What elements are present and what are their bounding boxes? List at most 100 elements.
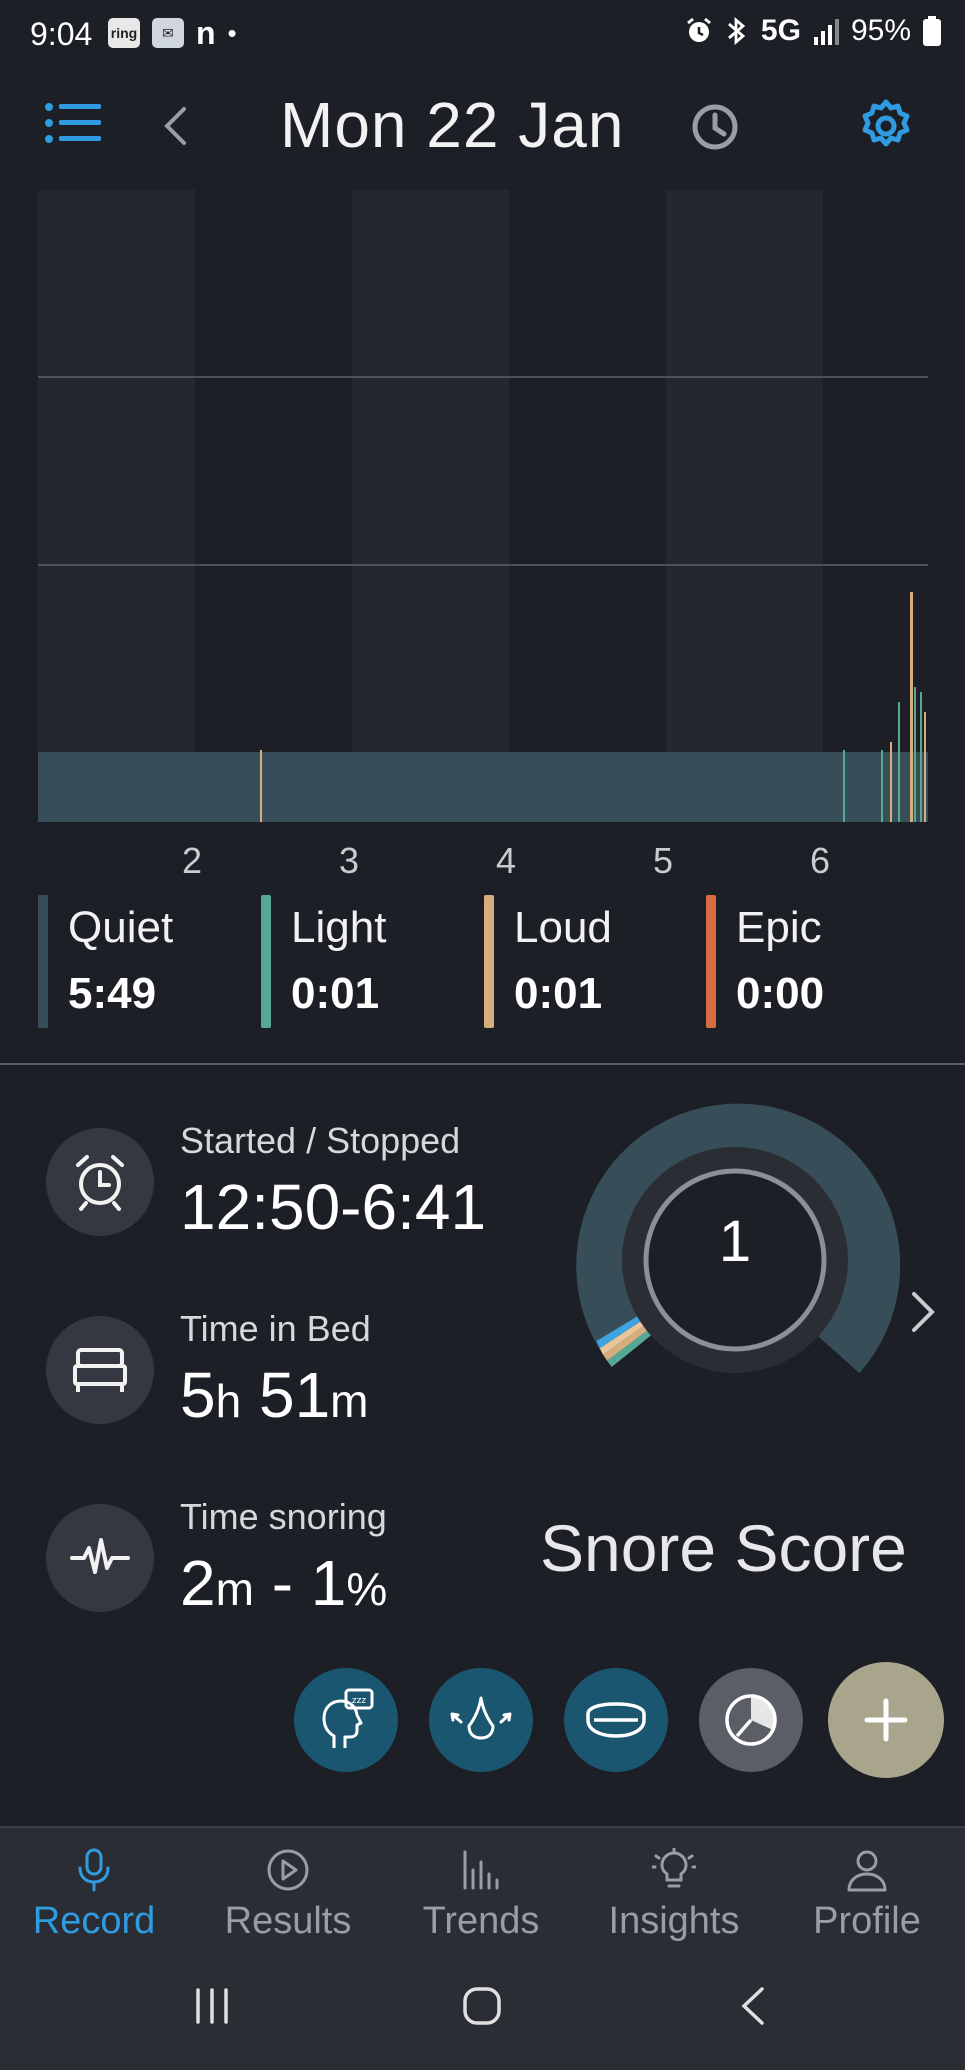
microphone-icon bbox=[78, 1848, 110, 1892]
history-clock-icon[interactable] bbox=[690, 102, 740, 152]
hour-band bbox=[509, 190, 666, 822]
stat-started-stopped: Started / Stopped 12:50-6:41 bbox=[46, 1120, 566, 1243]
legend-item-light: Light 0:01 bbox=[261, 895, 386, 1030]
waveform-icon bbox=[46, 1504, 154, 1612]
chart-canvas bbox=[38, 190, 928, 822]
settings-gear-icon[interactable] bbox=[858, 98, 914, 154]
loud-spike bbox=[890, 742, 892, 822]
stat-time-in-bed: Time in Bed 5h 51m bbox=[46, 1308, 566, 1431]
battery-icon bbox=[923, 16, 941, 46]
system-back-icon[interactable] bbox=[738, 1986, 768, 2026]
legend-item-epic: Epic 0:00 bbox=[706, 895, 824, 1030]
loud-spike bbox=[924, 712, 926, 822]
legend-swatch-loud bbox=[484, 895, 494, 1028]
hour-band bbox=[666, 190, 823, 822]
nasal-remedy-button[interactable] bbox=[429, 1668, 533, 1772]
nav-trends[interactable]: Trends bbox=[386, 1848, 576, 1943]
hours-unit: h bbox=[215, 1375, 242, 1427]
sleep-notes-button[interactable]: zzz bbox=[294, 1668, 398, 1772]
home-icon[interactable] bbox=[462, 1986, 502, 2026]
mouthguard-icon bbox=[586, 1702, 646, 1738]
legend-swatch-epic bbox=[706, 895, 716, 1028]
snore-score-value: 1 bbox=[718, 1209, 752, 1274]
legend-label: Quiet bbox=[68, 903, 174, 952]
more-notifications-dot: • bbox=[227, 18, 237, 48]
legend-label: Loud bbox=[514, 903, 612, 952]
plus-icon bbox=[864, 1698, 908, 1742]
status-time: 9:04 bbox=[30, 16, 93, 52]
nav-label: Insights bbox=[608, 1900, 740, 1942]
add-button[interactable] bbox=[828, 1662, 944, 1778]
outlook-app-icon: ✉ bbox=[152, 18, 184, 48]
legend-value: 0:01 bbox=[514, 969, 603, 1018]
pie-chart-icon bbox=[725, 1694, 777, 1746]
header: Mon 22 Jan bbox=[0, 80, 965, 170]
x-tick-label: 4 bbox=[495, 840, 517, 881]
loud-spike bbox=[260, 750, 262, 822]
analysis-button[interactable] bbox=[699, 1668, 803, 1772]
remedy-actions: zzz bbox=[0, 1662, 965, 1784]
nav-label: Trends bbox=[422, 1900, 540, 1942]
stat-label: Time snoring bbox=[180, 1496, 387, 1537]
bed-icon bbox=[46, 1316, 154, 1424]
snore-legend: Quiet 5:49 Light 0:01 Loud 0:01 Epic 0:0… bbox=[0, 895, 965, 1030]
legend-swatch-light bbox=[261, 895, 271, 1028]
nav-label: Results bbox=[224, 1900, 352, 1942]
x-tick-label: 5 bbox=[652, 840, 674, 881]
nav-insights[interactable]: Insights bbox=[579, 1848, 769, 1943]
stat-label: Time in Bed bbox=[180, 1308, 371, 1349]
alarm-clock-icon bbox=[46, 1128, 154, 1236]
legend-label: Epic bbox=[736, 903, 822, 952]
play-circle-icon bbox=[267, 1849, 309, 1891]
hour-band bbox=[38, 190, 195, 822]
light-spike bbox=[920, 692, 922, 822]
previous-day-button[interactable] bbox=[162, 106, 188, 146]
x-tick-label: 3 bbox=[338, 840, 360, 881]
nose-icon bbox=[450, 1696, 512, 1740]
alarm-icon bbox=[686, 17, 711, 42]
snore-minutes: 2 bbox=[180, 1547, 216, 1619]
stat-value: 5h 51m bbox=[180, 1358, 368, 1432]
loud-spike bbox=[910, 592, 913, 822]
system-status: 5G 95% bbox=[685, 14, 941, 48]
menu-icon[interactable] bbox=[44, 102, 102, 146]
recent-apps-icon[interactable] bbox=[192, 1986, 232, 2026]
legend-value: 0:01 bbox=[291, 969, 380, 1018]
snore-separator: - bbox=[253, 1547, 311, 1619]
snore-minutes-unit: m bbox=[215, 1563, 254, 1615]
person-icon bbox=[847, 1850, 887, 1892]
ring-app-icon: ring bbox=[108, 18, 140, 48]
nav-record[interactable]: Record bbox=[0, 1848, 189, 1943]
lightbulb-icon bbox=[652, 1848, 696, 1888]
legend-value: 5:49 bbox=[68, 969, 157, 1018]
score-details-chevron-icon[interactable] bbox=[910, 1290, 936, 1334]
legend-label: Light bbox=[291, 903, 387, 952]
mouthguard-remedy-button[interactable] bbox=[564, 1668, 668, 1772]
date-title: Mon 22 Jan bbox=[280, 89, 625, 161]
legend-swatch-quiet bbox=[38, 895, 48, 1028]
snore-score-gauge[interactable]: 1 bbox=[570, 1090, 900, 1390]
status-bar: 9:04 ring ✉ n • 5G 95% bbox=[0, 0, 965, 72]
snore-percent-unit: % bbox=[346, 1563, 388, 1615]
minutes-number: 51 bbox=[258, 1359, 331, 1431]
nav-label: Profile bbox=[813, 1900, 921, 1942]
battery-percent: 95% bbox=[850, 14, 911, 47]
section-divider bbox=[0, 1063, 965, 1065]
nav-label: Record bbox=[32, 1900, 156, 1942]
snore-percent: 1 bbox=[310, 1547, 347, 1619]
hours-number: 5 bbox=[180, 1359, 216, 1431]
minutes-unit: m bbox=[330, 1375, 369, 1427]
sleeping-head-icon: zzz bbox=[322, 1688, 374, 1748]
snore-timeline-chart[interactable]: 2 3 4 5 6 bbox=[0, 190, 965, 890]
system-navigation-bar bbox=[0, 1946, 965, 2070]
n-app-icon: n bbox=[196, 15, 216, 51]
hour-band bbox=[352, 190, 509, 822]
stat-value: 12:50-6:41 bbox=[180, 1171, 487, 1243]
nav-profile[interactable]: Profile bbox=[772, 1848, 962, 1943]
stat-label: Started / Stopped bbox=[180, 1120, 461, 1161]
bar-chart-icon bbox=[463, 1850, 499, 1890]
nav-results[interactable]: Results bbox=[193, 1848, 383, 1943]
stat-time-snoring: Time snoring 2m - 1% bbox=[46, 1496, 566, 1619]
quiet-area bbox=[38, 752, 928, 822]
stat-value: 2m - 1% bbox=[180, 1546, 387, 1620]
